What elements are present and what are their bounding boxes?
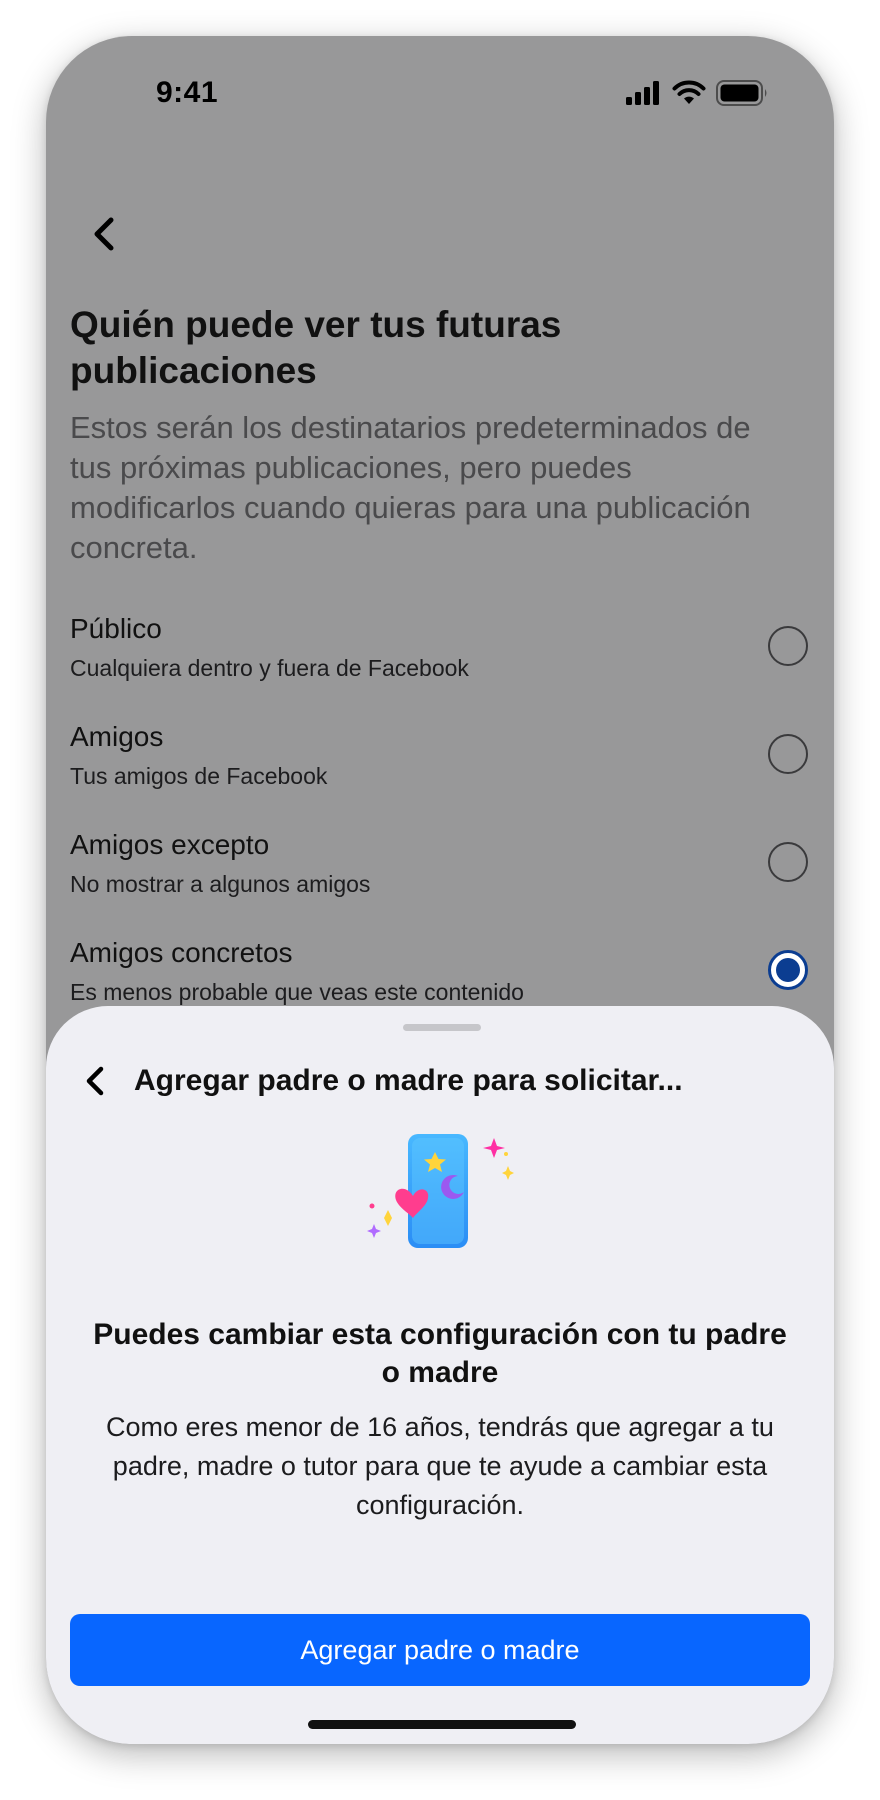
page-title: Quién puede ver tus futuras publicacione… [70, 304, 562, 391]
option-title: Amigos excepto [70, 829, 270, 860]
option-subtitle: Tus amigos de Facebook [70, 763, 328, 789]
chevron-left-icon [94, 217, 114, 251]
audience-option-amigos-excepto[interactable]: Amigos excepto No mostrar a algunos amig… [70, 828, 810, 918]
chevron-left-icon [86, 1066, 104, 1096]
radio-button[interactable] [768, 626, 808, 666]
bottom-sheet: Agregar padre o madre para solicitar... [46, 1006, 834, 1744]
phone-screen: 9:41 Quién puede ver tus futuras publica… [46, 36, 834, 1744]
option-title: Público [70, 613, 162, 644]
status-icons [626, 80, 768, 111]
sheet-heading: Puedes cambiar esta configuración con tu… [93, 1318, 787, 1389]
phone-sparkles-illustration [346, 1126, 536, 1276]
sheet-back-button[interactable] [72, 1058, 118, 1104]
page-description: Estos serán los destinatarios predetermi… [70, 410, 751, 565]
option-title: Amigos [70, 721, 164, 752]
cellular-signal-icon [626, 81, 662, 110]
option-subtitle: Es menos probable que veas este contenid… [70, 979, 524, 1005]
audience-option-publico[interactable]: Público Cualquiera dentro y fuera de Fac… [70, 612, 810, 702]
add-parent-button[interactable]: Agregar padre o madre [70, 1614, 810, 1686]
radio-button[interactable] [768, 734, 808, 774]
sheet-grabber[interactable] [403, 1024, 481, 1031]
option-title: Amigos concretos [70, 937, 293, 968]
radio-button-selected[interactable] [768, 950, 808, 990]
sheet-title: Agregar padre o madre para solicitar... [134, 1064, 683, 1097]
battery-icon [716, 80, 768, 111]
audience-option-amigos[interactable]: Amigos Tus amigos de Facebook [70, 720, 810, 810]
radio-button[interactable] [768, 842, 808, 882]
sheet-body-text: Como eres menor de 16 años, tendrás que … [106, 1412, 774, 1520]
option-subtitle: No mostrar a algunos amigos [70, 871, 371, 897]
back-button[interactable] [76, 206, 132, 262]
home-indicator[interactable] [308, 1720, 576, 1729]
option-subtitle: Cualquiera dentro y fuera de Facebook [70, 655, 469, 681]
status-time: 9:41 [156, 76, 219, 109]
status-bar: 9:41 [46, 36, 834, 146]
wifi-icon [672, 80, 706, 111]
